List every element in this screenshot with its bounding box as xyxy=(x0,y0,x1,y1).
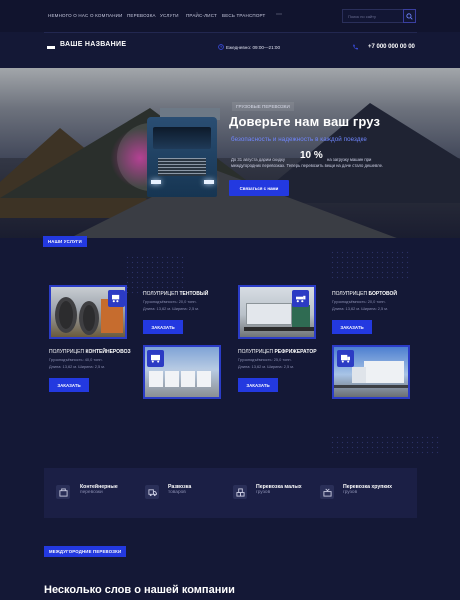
feature-item: Перевозка малых грузов xyxy=(256,484,302,495)
boxes-icon xyxy=(235,487,245,497)
hero-discount: 10 % xyxy=(300,150,323,161)
hero-description-line2: междугородних перевозках. Теперь перевоз… xyxy=(231,163,384,168)
top-nav: НЕМНОГО О НАС О КОМПАНИИ ПЕРЕВОЗКА УСЛУГ… xyxy=(0,0,460,32)
container-icon xyxy=(151,354,160,363)
feature-item: Развозка товаров xyxy=(168,484,191,495)
service-capacity: Грузоподъёмность: 25,0 тонн. xyxy=(238,357,292,362)
services-tag: НАШИ УСЛУГИ xyxy=(43,236,87,247)
service-capacity: Грузоподъёмность: 20,0 тонн. xyxy=(143,299,197,304)
service-dimensions: Длина: 13,62 м. Ширина: 2,5 м. xyxy=(332,306,389,311)
trailer-icon-badge xyxy=(337,350,354,367)
service-dimensions: Длина: 13,62 м. Ширина: 2,5 м. xyxy=(238,364,295,369)
service-capacity: Грузоподъёмность: 40,0 тонн. xyxy=(49,357,103,362)
fragile-box-icon xyxy=(322,488,332,497)
trailer-icon-badge xyxy=(108,290,125,307)
service-dimensions: Длина: 13,62 м. Ширина: 2,5 м. xyxy=(49,364,106,369)
hero-subtitle: безопасность и надежность в каждой поезд… xyxy=(231,136,367,143)
decor-dots xyxy=(125,255,185,295)
search-button[interactable] xyxy=(403,9,416,23)
service-title: ПОЛУПРИЦЕП КОНТЕЙНЕРОВОЗ xyxy=(49,349,131,355)
feature-subtitle: товаров xyxy=(168,490,186,495)
service-title: ПОЛУПРИЦЕП ТЕНТОВЫЙ xyxy=(143,291,209,297)
contact-us-button[interactable]: Связаться с нами xyxy=(229,180,289,196)
nav-link-fleet[interactable]: ВЕСЬ ТРАНСПОРТ xyxy=(222,13,266,18)
hero-description-after: на загрузку машин при xyxy=(327,157,372,162)
phone-icon xyxy=(353,44,358,50)
refrigerator-truck-icon xyxy=(341,354,350,363)
clock-icon xyxy=(218,44,224,50)
nav-link-services[interactable]: УСЛУГИ xyxy=(160,13,179,18)
hero-tag: ГРУЗОВЫЕ ПЕРЕВОЗКИ xyxy=(232,102,294,111)
service-capacity: Грузоподъёмность: 20,0 тонн. xyxy=(332,299,386,304)
order-button[interactable]: ЗАКАЗАТЬ xyxy=(332,320,372,334)
order-button[interactable]: ЗАКАЗАТЬ xyxy=(238,378,278,392)
working-hours: Ежедневно: 09:00—21:00 xyxy=(226,45,281,50)
nav-link-about-us[interactable]: НЕМНОГО О НАС xyxy=(48,13,88,18)
feature-icon-box xyxy=(233,485,247,499)
nav-divider xyxy=(44,32,417,33)
feature-icon-box xyxy=(56,485,70,499)
nav-link-price[interactable]: ПРАЙС-ЛИСТ xyxy=(186,13,217,18)
feature-item: Контейнерные перевозки xyxy=(80,484,118,495)
logo-icon[interactable] xyxy=(47,46,55,49)
feature-icon-box xyxy=(320,485,334,499)
trailer-icon-badge xyxy=(292,290,309,307)
service-title: ПОЛУПРИЦЕП БОРТОВОЙ xyxy=(332,291,397,297)
feature-icon-box xyxy=(145,485,159,499)
search-icon xyxy=(406,12,413,20)
feature-item: Перевозка хрупких грузов xyxy=(343,484,392,495)
service-title: ПОЛУПРИЦЕП РЕФРИЖЕРАТОР xyxy=(238,349,317,355)
phone-number[interactable]: +7 000 000 00 00 xyxy=(368,44,415,50)
order-button[interactable]: ЗАКАЗАТЬ xyxy=(143,320,183,334)
feature-subtitle: грузов xyxy=(256,490,271,495)
nav-link-company[interactable]: О КОМПАНИИ xyxy=(90,13,123,18)
nav-link-transport[interactable]: ПЕРЕВОЗКА xyxy=(127,13,156,18)
hero-description-before: До 31 августа дарим скидку xyxy=(231,157,285,162)
delivery-truck-icon xyxy=(147,488,157,496)
hero-truck-image xyxy=(0,68,460,238)
intercity-tag: МЕЖДУГОРОДНИЕ ПЕРЕВОЗКИ xyxy=(44,546,127,557)
container-icon xyxy=(58,487,68,497)
feature-subtitle: перевозки xyxy=(80,490,103,495)
flatbed-icon xyxy=(296,295,306,303)
decor-dots xyxy=(330,435,440,455)
more-icon[interactable]: ⋯ xyxy=(276,11,282,18)
order-button[interactable]: ЗАКАЗАТЬ xyxy=(49,378,89,392)
hero-title: Доверьте нам ваш груз xyxy=(229,114,381,129)
feature-subtitle: грузов xyxy=(343,490,358,495)
trailer-icon xyxy=(112,294,120,303)
brand-name[interactable]: ВАШЕ НАЗВАНИЕ xyxy=(60,41,126,48)
trailer-icon-badge xyxy=(147,350,164,367)
service-dimensions: Длина: 13,62 м. Ширина: 2,5 м. xyxy=(143,306,200,311)
decor-dots xyxy=(330,250,410,280)
about-title: Несколько слов о нашей компании xyxy=(44,584,235,596)
